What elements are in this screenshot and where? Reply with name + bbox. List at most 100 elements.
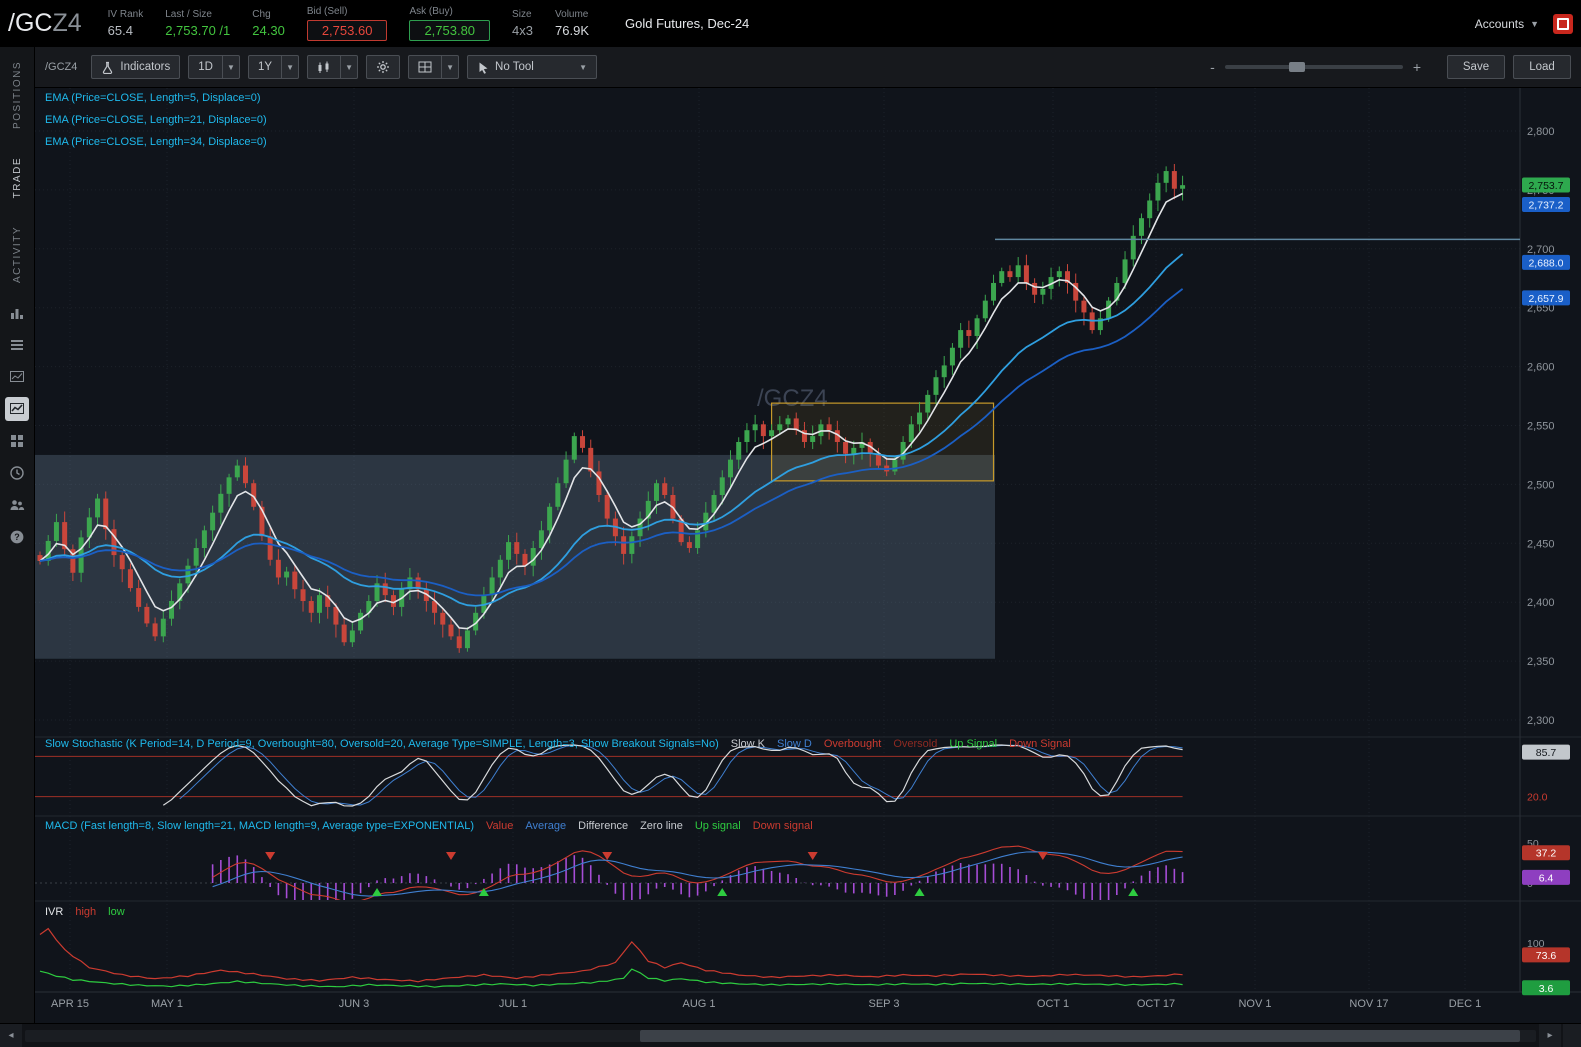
layout-button[interactable] — [408, 55, 443, 79]
settings-button[interactable] — [366, 55, 401, 79]
range-dropdown: 1Y ▼ — [247, 55, 300, 79]
chart-area[interactable]: /GCZ4 APR 15 MAY 1 JUN 3 JUL 1 AUG 1 SEP 3 OCT … — [35, 88, 1581, 1023]
field-value: 65.4 — [107, 23, 133, 38]
price-chart[interactable]: /GCZ4APR 15 MAY 1 JUN 3 JUL 1 AUG 1 SEP 3 OCT … — [35, 88, 1581, 1023]
legend-item: Average — [525, 820, 567, 832]
macd-plot — [211, 845, 1184, 900]
field-label: Ask (Buy) — [409, 6, 453, 17]
grid-icon[interactable] — [5, 429, 29, 453]
svg-text:2,500: 2,500 — [1527, 479, 1555, 491]
scrollbar-track[interactable] — [25, 1029, 1536, 1042]
accounts-dropdown[interactable]: Accounts ▼ — [1475, 17, 1539, 31]
load-button[interactable]: Load — [1513, 55, 1571, 79]
field-label: Volume — [555, 9, 589, 20]
bar-chart-icon[interactable] — [5, 301, 29, 325]
sidebar-tab-positions[interactable]: POSITIONS — [12, 61, 23, 129]
sidebar-tab-activity[interactable]: ACTIVITY — [12, 226, 23, 283]
field-label: Bid (Sell) — [306, 6, 348, 17]
field-last-size: Last / Size 2,753.70 /1 — [165, 9, 230, 38]
legend-item: Slow K — [730, 738, 765, 750]
svg-text:2,800: 2,800 — [1527, 126, 1555, 138]
field-ask: Ask (Buy) 2,753.80 — [409, 6, 491, 41]
timeframe-button[interactable]: 1D — [188, 55, 223, 79]
svg-text:SEP 3: SEP 3 — [869, 998, 900, 1010]
field-size: Size 4x3 — [512, 9, 533, 38]
field-value: 4x3 — [512, 23, 534, 38]
field-value: 24.30 — [252, 23, 285, 38]
list-icon[interactable] — [5, 333, 29, 357]
flask-icon — [103, 61, 113, 74]
save-button[interactable]: Save — [1447, 55, 1505, 79]
monitor-chart-icon[interactable] — [5, 365, 29, 389]
contract-description: Gold Futures, Dec-24 — [625, 16, 750, 31]
ivr-legend[interactable]: IVR high low — [45, 906, 137, 918]
active-chart-icon[interactable] — [5, 397, 29, 422]
support-zone — [35, 454, 995, 659]
alert-icon[interactable] — [1553, 13, 1573, 34]
ema-study-label[interactable]: EMA (Price=CLOSE, Length=21, Displace=0) — [45, 114, 279, 126]
up-signal-arrow — [1128, 888, 1139, 896]
scrollbar-thumb[interactable] — [640, 1029, 1520, 1042]
indicators-label: Indicators — [120, 61, 171, 73]
up-signal-arrow — [717, 888, 728, 896]
study-title: EMA (Price=CLOSE, Length=5, Displace=0) — [45, 92, 261, 104]
bid-button[interactable]: 2,753.60 — [306, 20, 388, 41]
ema-study-label[interactable]: EMA (Price=CLOSE, Length=5, Displace=0) — [45, 92, 273, 104]
zoom-out-button[interactable]: - — [1210, 59, 1215, 75]
zoom-slider-handle[interactable] — [1288, 62, 1305, 72]
svg-text:2,688.0: 2,688.0 — [1528, 257, 1563, 269]
field-label: Last / Size — [165, 9, 212, 20]
sidebar-tab-trade[interactable]: TRADE — [12, 157, 23, 198]
legend-item: Value — [486, 820, 514, 832]
macd-legend[interactable]: MACD (Fast length=8, Slow length=21, MAC… — [45, 820, 825, 832]
svg-text:2,350: 2,350 — [1527, 656, 1555, 668]
help-icon[interactable]: ? — [5, 525, 29, 549]
field-label: IV Rank — [107, 9, 144, 20]
chevron-down-icon[interactable]: ▼ — [282, 55, 300, 79]
down-signal-arrow — [446, 852, 456, 860]
chevron-down-icon[interactable]: ▼ — [442, 55, 460, 79]
field-volume: Volume 76.9K — [555, 9, 589, 38]
layout-grid-icon — [418, 61, 432, 73]
field-chg: Chg 24.30 — [252, 9, 285, 38]
up-signal-arrow — [372, 888, 383, 896]
drawing-tool-dropdown[interactable]: No Tool ▼ — [467, 55, 598, 79]
legend-item: Zero line — [640, 820, 683, 832]
ema-study-label[interactable]: EMA (Price=CLOSE, Length=34, Displace=0) — [45, 136, 279, 148]
zoom-in-button[interactable]: + — [1413, 59, 1421, 75]
legend-item: Slow D — [777, 738, 812, 750]
ask-button[interactable]: 2,753.80 — [409, 20, 491, 41]
svg-text:JUN 3: JUN 3 — [339, 998, 370, 1010]
clock-icon[interactable] — [5, 461, 29, 485]
tool-label: No Tool — [495, 61, 534, 73]
legend-item: low — [108, 906, 125, 918]
chevron-down-icon[interactable]: ▼ — [222, 55, 240, 79]
price-axis: 2,8002,7502,7002,6502,6002,5502,5002,450… — [1522, 126, 1570, 996]
legend-item: Oversold — [893, 738, 938, 750]
svg-text:2,753.7: 2,753.7 — [1528, 180, 1563, 192]
svg-text:2,657.9: 2,657.9 — [1528, 293, 1563, 305]
svg-text:2,700: 2,700 — [1527, 244, 1555, 256]
stochastic-legend[interactable]: Slow Stochastic (K Period=14, D Period=9… — [45, 738, 1083, 750]
indicators-button[interactable]: Indicators — [91, 55, 181, 79]
scroll-right-button[interactable]: ▸ — [1539, 1024, 1561, 1047]
left-sidebar: POSITIONS TRADE ACTIVITY ? — [0, 47, 35, 1023]
range-button[interactable]: 1Y — [247, 55, 283, 79]
chevron-down-icon: ▼ — [1530, 18, 1539, 29]
zoom-slider[interactable] — [1224, 62, 1403, 72]
people-icon[interactable] — [5, 493, 29, 517]
svg-text:NOV 1: NOV 1 — [1238, 998, 1271, 1010]
svg-text:JUL 1: JUL 1 — [499, 998, 527, 1010]
svg-text:OCT 1: OCT 1 — [1037, 998, 1069, 1010]
svg-text:DEC 1: DEC 1 — [1449, 998, 1481, 1010]
scroll-left-button[interactable]: ◂ — [0, 1024, 22, 1047]
chart-type-button[interactable] — [307, 55, 342, 79]
legend-item: Down signal — [752, 820, 813, 832]
header-symbol: /GCZ4 — [8, 9, 82, 37]
layout-dropdown: ▼ — [408, 55, 460, 79]
field-label: Chg — [252, 9, 271, 20]
svg-text:6.4: 6.4 — [1539, 872, 1554, 884]
chevron-down-icon[interactable]: ▼ — [341, 55, 359, 79]
down-signal-arrow — [265, 852, 276, 860]
svg-text:APR 15: APR 15 — [51, 998, 89, 1010]
